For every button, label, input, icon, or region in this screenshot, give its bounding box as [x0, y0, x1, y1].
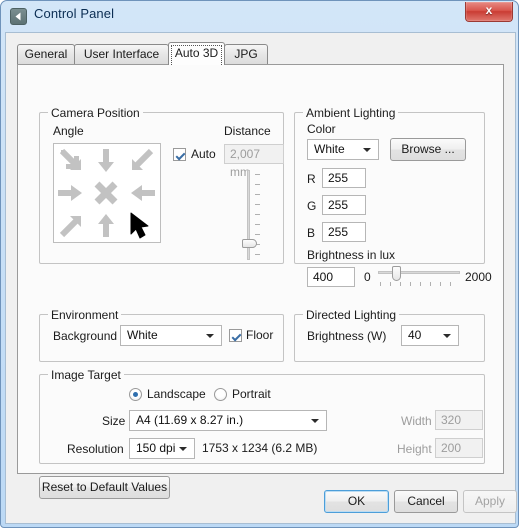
chevron-down-icon: [311, 419, 319, 423]
width-input[interactable]: 320: [435, 410, 483, 430]
angle-label: Angle: [53, 124, 84, 138]
ok-label: OK: [347, 494, 366, 508]
resolution-dropdown[interactable]: 150 dpi: [129, 438, 195, 459]
portrait-label: Portrait: [232, 387, 271, 401]
dialog-window: Control Panel x General User Interface A…: [0, 0, 519, 528]
angle-grid[interactable]: [53, 143, 161, 243]
red-label: R: [307, 172, 316, 186]
group-ambient-lighting: Ambient Lighting Color White Browse ... …: [294, 106, 492, 287]
dialog-client-area: General User Interface Auto 3D JPG Camer…: [5, 32, 517, 524]
cancel-button[interactable]: Cancel: [394, 490, 458, 513]
blue-input[interactable]: 255: [322, 222, 366, 242]
size-value: A4 (11.69 x 8.27 in.): [136, 413, 244, 427]
tab-label: JPG: [234, 47, 258, 61]
back-chevron-icon: [10, 8, 27, 25]
brightness-lux-label: Brightness in lux: [307, 248, 396, 262]
chevron-down-icon: [179, 447, 187, 451]
angle-cell-left[interactable]: [125, 177, 159, 209]
auto-label: Auto: [191, 147, 216, 161]
green-label: G: [307, 199, 317, 213]
close-button[interactable]: x: [465, 2, 513, 22]
directed-brightness-dropdown[interactable]: 40: [401, 325, 459, 346]
slider-ticks: [378, 282, 460, 288]
group-title: Camera Position: [48, 106, 143, 120]
size-label: Size: [102, 414, 126, 428]
angle-cell-down[interactable]: [89, 144, 123, 176]
cancel-label: Cancel: [407, 494, 445, 508]
background-value: White: [127, 328, 158, 342]
close-icon: x: [485, 3, 493, 17]
distance-slider[interactable]: [241, 170, 265, 260]
ambient-color-dropdown[interactable]: White: [307, 139, 379, 160]
group-title: Ambient Lighting: [303, 106, 399, 120]
floor-label: Floor: [246, 328, 274, 342]
tab-label: General: [24, 47, 68, 61]
blue-label: B: [307, 226, 316, 240]
tab-label: User Interface: [83, 47, 160, 61]
floor-checkbox[interactable]: [229, 329, 242, 342]
chevron-down-icon: [443, 334, 451, 338]
angle-cell-up-right[interactable]: [54, 210, 88, 242]
slider-thumb[interactable]: [392, 266, 401, 281]
angle-cell-up-left-selected[interactable]: [125, 210, 159, 242]
tab-general[interactable]: General: [17, 44, 75, 64]
distance-label: Distance: [224, 124, 271, 138]
tab-auto-3d[interactable]: Auto 3D: [168, 42, 225, 65]
width-label: Width: [401, 414, 432, 428]
size-dropdown[interactable]: A4 (11.69 x 8.27 in.): [129, 410, 327, 431]
height-label: Height: [397, 442, 432, 456]
brightness-min-label: 0: [364, 270, 371, 284]
brightness-lux-input[interactable]: 400: [307, 267, 355, 287]
slider-ticks: [255, 170, 262, 260]
brightness-slider[interactable]: [378, 266, 460, 288]
green-input[interactable]: 255: [322, 195, 366, 215]
angle-cell-right[interactable]: [54, 177, 88, 209]
tab-user-interface[interactable]: User Interface: [74, 44, 169, 64]
ambient-color-value: White: [314, 142, 345, 156]
slider-thumb[interactable]: [242, 239, 257, 248]
tab-page-auto-3d: Camera Position Angle Auto Distance 2,00…: [17, 64, 504, 499]
background-dropdown[interactable]: White: [120, 325, 222, 346]
distance-input[interactable]: 2,007 mm: [224, 144, 284, 179]
ok-button[interactable]: OK: [324, 490, 389, 513]
height-input[interactable]: 200: [435, 438, 483, 458]
group-title: Environment: [48, 308, 122, 322]
group-camera-position: Camera Position Angle Auto Distance 2,00…: [39, 106, 284, 264]
browse-button[interactable]: Browse ...: [390, 138, 466, 161]
resolution-label: Resolution: [67, 442, 124, 456]
group-title: Directed Lighting: [303, 308, 400, 322]
portrait-radio[interactable]: [214, 388, 227, 401]
slider-track: [378, 271, 460, 274]
angle-cell-center-cross[interactable]: [89, 177, 123, 209]
brightness-max-label: 2000: [465, 270, 492, 284]
resolution-value: 150 dpi: [136, 441, 176, 455]
tab-label: Auto 3D: [174, 46, 219, 60]
pixel-info-label: 1753 x 1234 (6.2 MB): [202, 441, 318, 455]
red-input[interactable]: 255: [322, 168, 366, 188]
group-title: Image Target: [48, 368, 124, 382]
group-image-target: Image Target Landscape Portrait Size A4 …: [39, 368, 485, 464]
angle-cell-down-right[interactable]: [54, 144, 88, 176]
window-title: Control Panel: [34, 6, 115, 21]
color-label: Color: [307, 122, 336, 136]
directed-brightness-label: Brightness (W): [307, 329, 387, 343]
angle-cell-down-left[interactable]: [125, 144, 159, 176]
dialog-footer: OK Cancel Apply: [6, 476, 517, 524]
directed-brightness-value: 40: [408, 328, 422, 342]
chevron-down-icon: [206, 334, 214, 338]
group-directed-lighting: Directed Lighting Brightness (W) 40: [294, 308, 485, 362]
angle-cell-up[interactable]: [89, 210, 123, 242]
landscape-label: Landscape: [147, 387, 206, 401]
auto-distance-checkbox[interactable]: [173, 148, 186, 161]
tab-jpg[interactable]: JPG: [224, 44, 268, 64]
browse-label: Browse ...: [401, 142, 455, 156]
apply-label: Apply: [474, 494, 506, 508]
group-environment: Environment Background White Floor: [39, 308, 284, 362]
title-bar: Control Panel x: [1, 1, 518, 32]
landscape-radio[interactable]: [129, 388, 142, 401]
chevron-down-icon: [363, 148, 371, 152]
apply-button[interactable]: Apply: [463, 490, 517, 513]
background-label: Background: [53, 329, 118, 343]
